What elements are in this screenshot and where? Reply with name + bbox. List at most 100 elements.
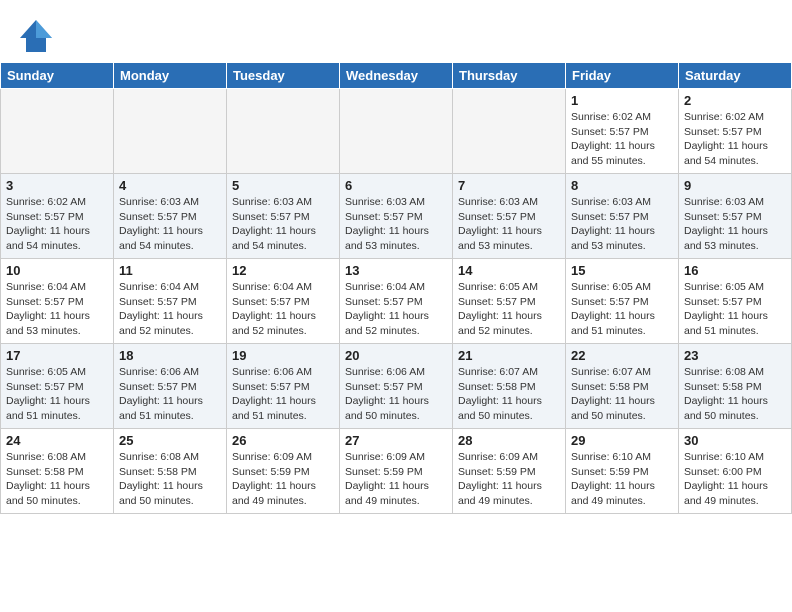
day-number: 25 (119, 433, 221, 448)
sunset-label: Sunset: 5:57 PM (345, 296, 423, 308)
daylight-label: Daylight: 11 hours and 54 minutes. (6, 225, 90, 252)
daylight-label: Daylight: 11 hours and 51 minutes. (6, 395, 90, 422)
calendar-day-cell: 17Sunrise: 6:05 AMSunset: 5:57 PMDayligh… (1, 344, 114, 429)
sunrise-label: Sunrise: 6:06 AM (232, 366, 312, 378)
day-number: 30 (684, 433, 786, 448)
sunrise-label: Sunrise: 6:07 AM (458, 366, 538, 378)
day-info: Sunrise: 6:10 AMSunset: 6:00 PMDaylight:… (684, 450, 786, 509)
day-number: 12 (232, 263, 334, 278)
daylight-label: Daylight: 11 hours and 50 minutes. (345, 395, 429, 422)
day-number: 5 (232, 178, 334, 193)
daylight-label: Daylight: 11 hours and 49 minutes. (684, 480, 768, 507)
sunset-label: Sunset: 5:57 PM (6, 211, 84, 223)
sunrise-label: Sunrise: 6:04 AM (345, 281, 425, 293)
day-info: Sunrise: 6:08 AM Sunset: 5:58 PM Daylight:… (119, 450, 221, 509)
sunrise-label: Sunrise: 6:05 AM (571, 281, 651, 293)
daylight-label: Daylight: 11 hours and 49 minutes. (345, 480, 429, 507)
daylight-label: Daylight: 11 hours and 55 minutes. (571, 140, 655, 167)
calendar-week-row: 1Sunrise: 6:02 AMSunset: 5:57 PMDaylight… (1, 89, 792, 174)
day-info: Sunrise: 6:03 AMSunset: 5:57 PMDaylight:… (345, 195, 447, 254)
daylight-label: Daylight: 11 hours and 49 minutes. (571, 480, 655, 507)
day-number: 9 (684, 178, 786, 193)
daylight-label: Daylight: 11 hours and 49 minutes. (232, 480, 316, 507)
sunset-label: Sunset: 5:57 PM (458, 296, 536, 308)
day-info: Sunrise: 6:05 AMSunset: 5:57 PMDaylight:… (571, 280, 673, 339)
calendar-day-cell: 12Sunrise: 6:04 AMSunset: 5:57 PMDayligh… (227, 259, 340, 344)
calendar-day-cell: 2Sunrise: 6:02 AMSunset: 5:57 PMDaylight… (679, 89, 792, 174)
calendar-day-cell: 28Sunrise: 6:09 AMSunset: 5:59 PMDayligh… (453, 429, 566, 514)
calendar-day-cell: 21Sunrise: 6:07 AMSunset: 5:58 PMDayligh… (453, 344, 566, 429)
sunset-label: Sunset: 5:57 PM (571, 211, 649, 223)
sunrise-label: Sunrise: 6:02 AM (684, 111, 764, 123)
calendar-day-cell: 18Sunrise: 6:06 AMSunset: 5:57 PMDayligh… (114, 344, 227, 429)
day-number: 10 (6, 263, 108, 278)
calendar-day-cell: 13 Sunrise: 6:04 AM Sunset: 5:57 PM Dayligh… (340, 259, 453, 344)
day-info: Sunrise: 6:08 AMSunset: 5:58 PMDaylight:… (684, 365, 786, 424)
daylight-label: Daylight: 11 hours and 51 minutes. (571, 310, 655, 337)
daylight-label: Daylight: 11 hours and 52 minutes. (119, 310, 203, 337)
daylight-label: Daylight: 11 hours and 52 minutes. (458, 310, 542, 337)
day-number: 20 (345, 348, 447, 363)
daylight-label: Daylight: 11 hours and 50 minutes. (458, 395, 542, 422)
day-number: 13 (345, 263, 447, 278)
day-info: Sunrise: 6:07 AMSunset: 5:58 PMDaylight:… (458, 365, 560, 424)
sunset-label: Sunset: 5:57 PM (232, 381, 310, 393)
sunrise-label: Sunrise: 6:03 AM (232, 196, 312, 208)
day-number: 26 (232, 433, 334, 448)
sunrise-label: Sunrise: 6:07 AM (571, 366, 651, 378)
day-info: Sunrise: 6:09 AMSunset: 5:59 PMDaylight:… (345, 450, 447, 509)
calendar-day-cell: 22Sunrise: 6:07 AMSunset: 5:58 PMDayligh… (566, 344, 679, 429)
day-number: 19 (232, 348, 334, 363)
sunrise-label: Sunrise: 6:03 AM (684, 196, 764, 208)
daylight-label: Daylight: 11 hours and 50 minutes. (684, 395, 768, 422)
sunrise-label: Sunrise: 6:04 AM (6, 281, 86, 293)
day-number: 6 (345, 178, 447, 193)
calendar-day-cell: 10 Sunrise: 6:04 AMSunset: 5:57 PMDayligh… (1, 259, 114, 344)
calendar-day-cell: 3Sunrise: 6:02 AMSunset: 5:57 PMDaylight… (1, 174, 114, 259)
day-info: Sunrise: 6:02 AMSunset: 5:57 PMDaylight:… (571, 110, 673, 169)
sunset-label: Sunset: 5:57 PM (684, 211, 762, 223)
day-number: 27 (345, 433, 447, 448)
day-number: 28 (458, 433, 560, 448)
calendar-week-row: 10Sunrise: 6:04 AMSunset: 5:57 PMDayligh… (1, 259, 792, 344)
calendar-day-cell: 26Sunrise: 6:09 AMSunset: 5:59 PMDayligh… (227, 429, 340, 514)
logo-icon (18, 18, 54, 54)
daylight-label: Daylight: 11 hours and 51 minutes. (684, 310, 768, 337)
page: SundayMondayTuesdayWednesdayThursdayFrid… (0, 0, 792, 612)
sunset-label: Sunset: 5:57 PM (232, 211, 310, 223)
sunrise-label: Sunrise: 6:05 AM (684, 281, 764, 293)
sunrise-label: Sunrise: 6:02 AM (571, 111, 651, 123)
calendar-day-cell: 23Sunrise: 6:08 AMSunset: 5:58 PMDayligh… (679, 344, 792, 429)
sunset-label: Sunset: 5:58 PM (119, 466, 197, 478)
day-info: Sunrise: 6:04 AMSunset: 5:57 PMDaylight:… (119, 280, 221, 339)
day-number: 2 (684, 93, 786, 108)
daylight-label: Daylight: 11 hours and 52 minutes. (345, 310, 429, 337)
calendar-day-cell: 5Sunrise: 6:03 AMSunset: 5:57 PMDaylight… (227, 174, 340, 259)
daylight-label: Daylight: 11 hours and 50 minutes. (119, 480, 203, 507)
day-info: Sunrise: 6:06 AMSunset: 5:57 PMDaylight:… (345, 365, 447, 424)
sunrise-label: Sunrise: 6:10 AM (684, 451, 764, 463)
daylight-label: Daylight: 11 hours and 54 minutes. (119, 225, 203, 252)
calendar-header-wednesday: Wednesday (340, 63, 453, 89)
sunrise-label: Sunrise: 6:09 AM (458, 451, 538, 463)
calendar-day-cell: 7Sunrise: 6:03 AMSunset: 5:57 PMDaylight… (453, 174, 566, 259)
day-number: 11 (119, 263, 221, 278)
sunset-label: Sunset: 5:57 PM (119, 211, 197, 223)
day-info: Sunrise: 6:04 AMSunset: 5:57 PMDaylight:… (6, 280, 108, 339)
calendar-header-saturday: Saturday (679, 63, 792, 89)
calendar-header-sunday: Sunday (1, 63, 114, 89)
calendar-header-monday: Monday (114, 63, 227, 89)
day-info: Sunrise: 6:03 AMSunset: 5:57 PMDaylight:… (684, 195, 786, 254)
day-number: 7 (458, 178, 560, 193)
sunrise-label: Sunrise: 6:05 AM (6, 366, 86, 378)
day-info: Sunrise: 6:10 AMSunset: 5:59 PMDaylight:… (571, 450, 673, 509)
sunset-label: Sunset: 5:57 PM (119, 381, 197, 393)
calendar-header-friday: Friday (566, 63, 679, 89)
calendar-week-row: 3Sunrise: 6:02 AMSunset: 5:57 PMDaylight… (1, 174, 792, 259)
day-info: Sunrise: 6:06 AMSunset: 5:57 PMDaylight:… (232, 365, 334, 424)
calendar-day-cell (340, 89, 453, 174)
day-number: 18 (119, 348, 221, 363)
calendar-day-cell: 16Sunrise: 6:05 AMSunset: 5:57 PMDayligh… (679, 259, 792, 344)
day-number: 22 (571, 348, 673, 363)
sunrise-label: Sunrise: 6:08 AM (119, 451, 199, 463)
